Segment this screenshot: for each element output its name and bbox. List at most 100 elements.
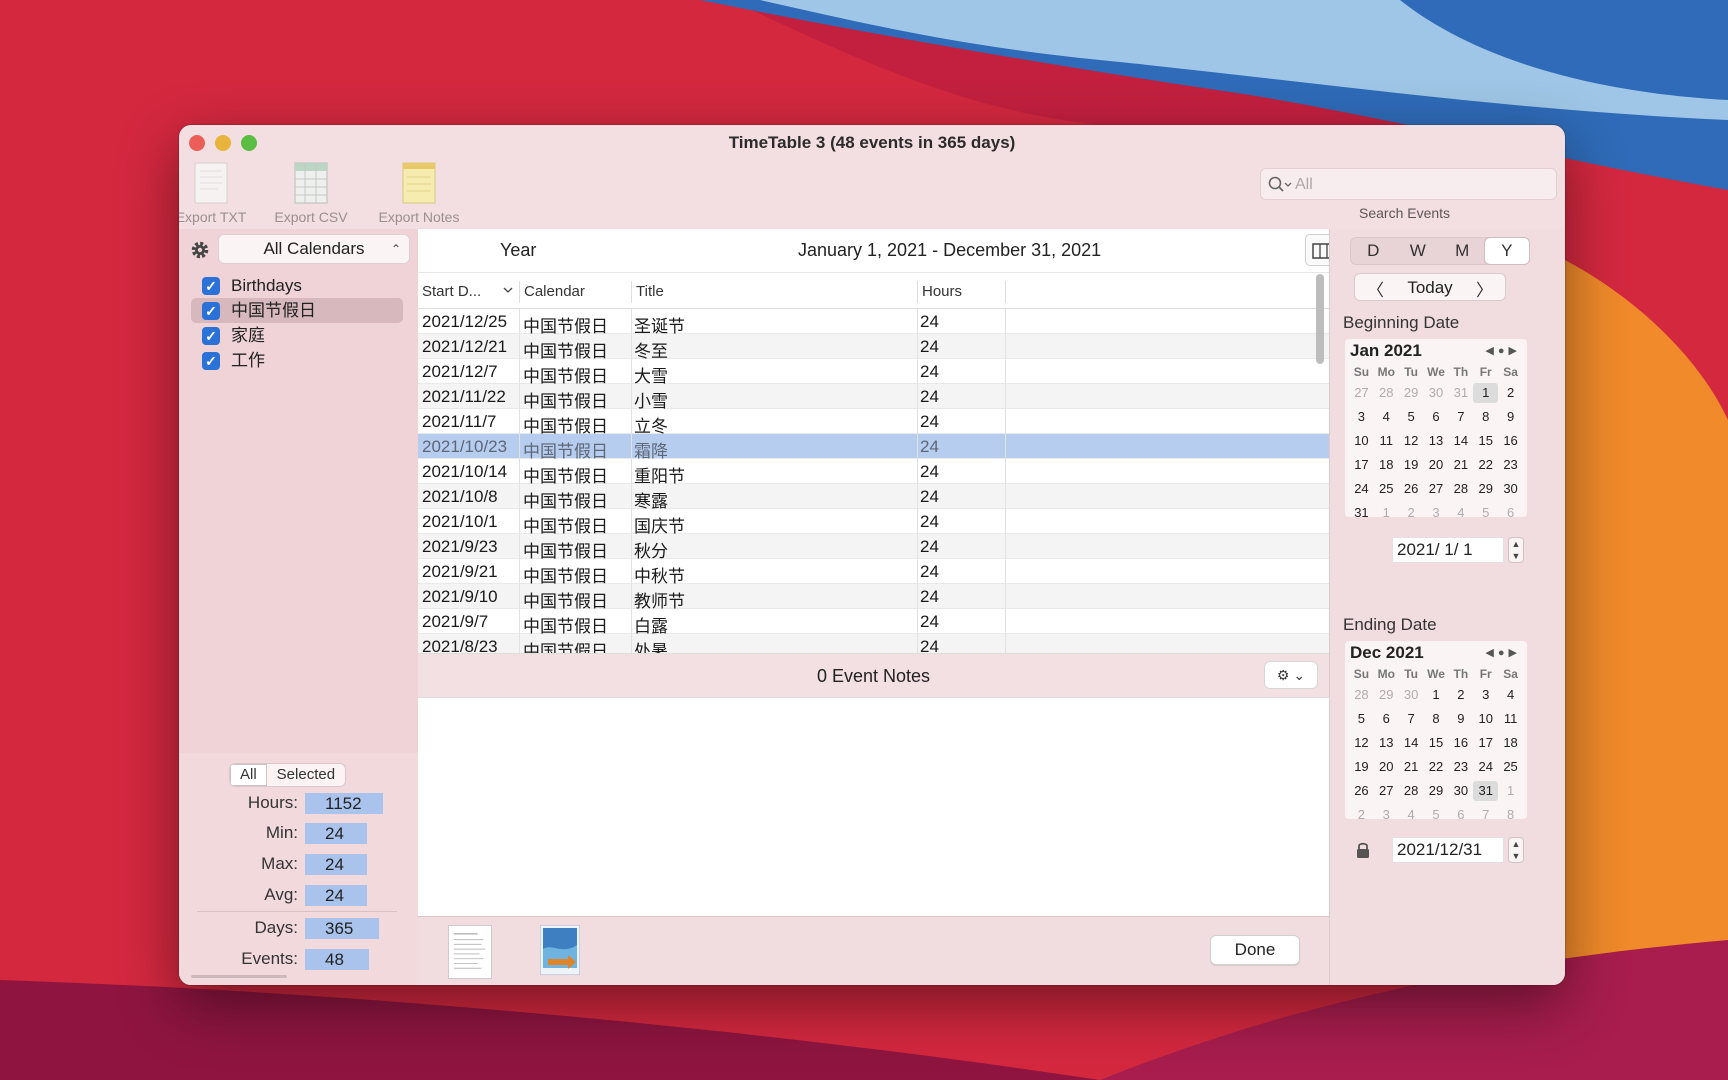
calendar-day[interactable]: 4 bbox=[1399, 805, 1424, 825]
calendar-day[interactable]: 5 bbox=[1424, 805, 1449, 825]
calendar-day[interactable]: 16 bbox=[1448, 733, 1473, 753]
sort-chevron-down-icon[interactable] bbox=[503, 286, 513, 294]
calendar-day[interactable]: 30 bbox=[1498, 479, 1523, 499]
calendar-day[interactable]: 1 bbox=[1498, 781, 1523, 801]
sidebar-resize-slider[interactable] bbox=[191, 975, 287, 978]
calendar-day[interactable]: 4 bbox=[1374, 407, 1399, 427]
calendar-day[interactable]: 23 bbox=[1498, 455, 1523, 475]
table-row[interactable]: 2021/9/7 中国节假日 白露 24 bbox=[418, 609, 1329, 636]
search-field[interactable] bbox=[1260, 168, 1557, 200]
calendar-day[interactable]: 11 bbox=[1498, 709, 1523, 729]
calendar-day[interactable]: 27 bbox=[1349, 383, 1374, 403]
column-header-title[interactable]: Title bbox=[636, 283, 664, 300]
document-preview-icon[interactable] bbox=[448, 925, 492, 979]
calendar-day[interactable]: 21 bbox=[1399, 757, 1424, 777]
table-row[interactable]: 2021/11/7 中国节假日 立冬 24 bbox=[418, 409, 1329, 436]
calendar-day[interactable]: 1 bbox=[1424, 685, 1449, 705]
calendar-day[interactable]: 26 bbox=[1399, 479, 1424, 499]
checkbox[interactable]: ✓ bbox=[202, 277, 220, 295]
calendar-day[interactable]: 6 bbox=[1448, 805, 1473, 825]
calendar-day[interactable]: 27 bbox=[1374, 781, 1399, 801]
calendar-day[interactable]: 6 bbox=[1498, 503, 1523, 523]
calendar-day[interactable]: 30 bbox=[1448, 781, 1473, 801]
table-row[interactable]: 2021/12/25 中国节假日 圣诞节 24 bbox=[418, 309, 1329, 336]
calendar-day[interactable]: 31 bbox=[1448, 383, 1473, 403]
calendar-day[interactable]: 1 bbox=[1473, 383, 1499, 403]
checkbox[interactable]: ✓ bbox=[202, 352, 220, 370]
calendar-day[interactable]: 29 bbox=[1473, 479, 1498, 499]
calendar-day[interactable]: 5 bbox=[1349, 709, 1374, 729]
view-mode-day[interactable]: D bbox=[1351, 238, 1396, 264]
table-row[interactable]: 2021/10/14 中国节假日 重阳节 24 bbox=[418, 459, 1329, 486]
table-row[interactable]: 2021/8/23 中国节假日 处暑 24 bbox=[418, 634, 1329, 653]
table-row[interactable]: 2021/12/7 中国节假日 大雪 24 bbox=[418, 359, 1329, 386]
calendar-day[interactable]: 15 bbox=[1424, 733, 1449, 753]
calendar-day[interactable]: 2 bbox=[1448, 685, 1473, 705]
export-notes-button[interactable]: Export Notes bbox=[369, 161, 469, 225]
calendar-day[interactable]: 8 bbox=[1473, 407, 1498, 427]
calendar-day[interactable]: 5 bbox=[1399, 407, 1424, 427]
checkbox[interactable]: ✓ bbox=[202, 302, 220, 320]
calendar-day[interactable]: 29 bbox=[1399, 383, 1424, 403]
calendar-day[interactable]: 7 bbox=[1473, 805, 1498, 825]
calendar-day[interactable]: 18 bbox=[1374, 455, 1399, 475]
calendar-day[interactable]: 17 bbox=[1349, 455, 1374, 475]
calendar-day[interactable]: 2 bbox=[1399, 503, 1424, 523]
column-header-calendar[interactable]: Calendar bbox=[524, 283, 585, 300]
view-mode-week[interactable]: W bbox=[1396, 238, 1441, 264]
calendar-day[interactable]: 26 bbox=[1349, 781, 1374, 801]
mini-calendar-nav[interactable]: ◀●▶ bbox=[1485, 646, 1521, 659]
calendar-day[interactable]: 13 bbox=[1424, 431, 1449, 451]
calendar-day[interactable]: 30 bbox=[1424, 383, 1449, 403]
calendar-day[interactable]: 11 bbox=[1374, 431, 1399, 451]
beginning-date-field[interactable]: 2021/ 1/ 1 bbox=[1392, 537, 1504, 563]
calendar-day[interactable]: 25 bbox=[1374, 479, 1399, 499]
view-mode-year[interactable]: Y bbox=[1484, 238, 1529, 264]
calendar-day[interactable]: 29 bbox=[1424, 781, 1449, 801]
calendar-day[interactable]: 19 bbox=[1349, 757, 1374, 777]
calendar-day[interactable]: 29 bbox=[1374, 685, 1399, 705]
calendar-day[interactable]: 24 bbox=[1349, 479, 1374, 499]
calendar-day[interactable]: 9 bbox=[1448, 709, 1473, 729]
calendar-day[interactable]: 4 bbox=[1448, 503, 1473, 523]
calendar-day[interactable]: 25 bbox=[1498, 757, 1523, 777]
checkbox[interactable]: ✓ bbox=[202, 327, 220, 345]
calendar-day[interactable]: 15 bbox=[1473, 431, 1498, 451]
table-row[interactable]: 2021/9/10 中国节假日 教师节 24 bbox=[418, 584, 1329, 611]
calendar-day[interactable]: 28 bbox=[1374, 383, 1399, 403]
lock-icon[interactable] bbox=[1356, 841, 1370, 859]
calendar-day[interactable]: 16 bbox=[1498, 431, 1523, 451]
notes-action-menu[interactable]: ⚙ ⌄ bbox=[1264, 661, 1318, 689]
column-header-hours[interactable]: Hours bbox=[922, 283, 962, 300]
table-scrollbar[interactable] bbox=[1316, 274, 1324, 364]
stats-tab-selected[interactable]: Selected bbox=[267, 764, 345, 786]
calendar-day[interactable]: 5 bbox=[1473, 503, 1498, 523]
table-row[interactable]: 2021/12/21 中国节假日 冬至 24 bbox=[418, 334, 1329, 361]
table-row[interactable]: 2021/9/23 中国节假日 秋分 24 bbox=[418, 534, 1329, 561]
table-row[interactable]: 2021/10/23 中国节假日 霜降 24 bbox=[418, 434, 1329, 461]
calendar-item-chinese-holidays[interactable]: ✓ 中国节假日 bbox=[191, 298, 403, 323]
calendar-day[interactable]: 10 bbox=[1349, 431, 1374, 451]
calendar-day[interactable]: 12 bbox=[1399, 431, 1424, 451]
calendar-day[interactable]: 8 bbox=[1424, 709, 1449, 729]
calendar-day[interactable]: 6 bbox=[1424, 407, 1449, 427]
gear-icon[interactable] bbox=[189, 239, 211, 261]
calendar-day[interactable]: 18 bbox=[1498, 733, 1523, 753]
chevron-right-icon[interactable]: 〉 bbox=[1476, 276, 1493, 301]
calendar-item-work[interactable]: ✓ 工作 bbox=[191, 348, 403, 373]
calendar-filter-select[interactable]: All Calendars ⌃ bbox=[218, 234, 410, 264]
calendar-day[interactable]: 19 bbox=[1399, 455, 1424, 475]
ending-date-stepper[interactable]: ▲ ▼ bbox=[1508, 837, 1524, 863]
mini-calendar-nav[interactable]: ◀●▶ bbox=[1485, 344, 1521, 357]
calendar-day[interactable]: 7 bbox=[1399, 709, 1424, 729]
calendar-day[interactable]: 17 bbox=[1473, 733, 1498, 753]
calendar-day[interactable]: 10 bbox=[1473, 709, 1498, 729]
done-button[interactable]: Done bbox=[1210, 935, 1300, 965]
column-header-start-date[interactable]: Start D... bbox=[422, 283, 481, 300]
calendar-item-family[interactable]: ✓ 家庭 bbox=[191, 323, 403, 348]
table-row[interactable]: 2021/11/22 中国节假日 小雪 24 bbox=[418, 384, 1329, 411]
calendar-day[interactable]: 20 bbox=[1374, 757, 1399, 777]
table-row[interactable]: 2021/10/1 中国节假日 国庆节 24 bbox=[418, 509, 1329, 536]
calendar-day[interactable]: 6 bbox=[1374, 709, 1399, 729]
image-export-icon[interactable] bbox=[540, 925, 580, 975]
